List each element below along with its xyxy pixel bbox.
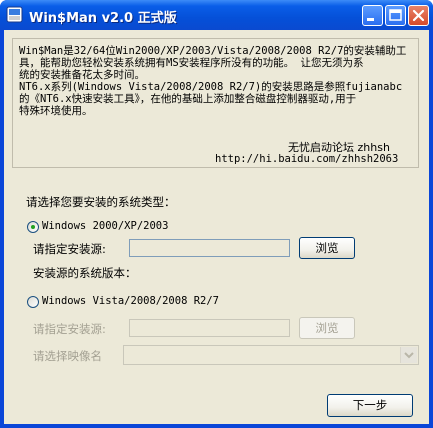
info-line: 统的安装推备花太多时间。 xyxy=(19,69,145,81)
source-label-disabled: 请指定安装源: xyxy=(33,322,106,336)
info-panel: Win$Man是32/64位Win2000/XP/2003/Vista/2008… xyxy=(12,38,419,168)
maximize-button[interactable] xyxy=(385,5,406,26)
close-button[interactable] xyxy=(408,5,429,26)
title-bar[interactable]: Win$Man v2.0 正式版 xyxy=(0,0,433,30)
app-window: Win$Man v2.0 正式版 Win$Man是32/64位Win2000/X… xyxy=(0,0,433,428)
radio-vista-2008-7[interactable] xyxy=(27,296,39,308)
author-url: http://hi.baidu.com/zhhsh2063 xyxy=(215,153,399,165)
maximize-icon xyxy=(389,9,402,21)
source-version-label: 安装源的系统版本： xyxy=(33,266,137,280)
info-line: 具，能帮助您轻松安装系统拥有MS安装程序所没有的功能。 让您无须为系 xyxy=(19,57,364,69)
image-name-select[interactable] xyxy=(123,345,419,365)
app-icon xyxy=(6,6,23,23)
browse-button[interactable]: 浏览 xyxy=(299,237,355,259)
source-label: 请指定安装源: xyxy=(33,242,106,256)
image-name-label: 请选择映像名 xyxy=(33,349,102,363)
radio-label-win2000-xp-2003[interactable]: Windows 2000/XP/2003 xyxy=(42,220,168,232)
dialog-body: Win$Man是32/64位Win2000/XP/2003/Vista/2008… xyxy=(4,30,429,424)
dropdown-arrow[interactable] xyxy=(400,347,417,363)
minimize-button[interactable] xyxy=(362,5,383,26)
browse-button-disabled[interactable]: 浏览 xyxy=(299,317,355,339)
radio-label-vista-2008-7[interactable]: Windows Vista/2008/2008 R2/7 xyxy=(42,295,219,307)
minimize-icon xyxy=(367,18,374,21)
source-path-input-disabled[interactable] xyxy=(129,319,290,337)
window-title: Win$Man v2.0 正式版 xyxy=(29,11,177,26)
radio-win2000-xp-2003[interactable] xyxy=(27,221,39,233)
info-line: 的《NT6.x快速安装工具》，在他的基础上添加整合磁盘控制器驱动,用于 xyxy=(19,93,357,105)
info-line: NT6.x系列(Windows Vista/2008/2008 R2/7)的安装… xyxy=(19,81,403,93)
install-type-prompt: 请选择您要安装的系统类型： xyxy=(26,195,176,209)
chevron-down-icon xyxy=(404,352,414,359)
close-icon xyxy=(412,9,425,22)
source-path-input[interactable] xyxy=(129,239,290,257)
info-line: Win$Man是32/64位Win2000/XP/2003/Vista/2008… xyxy=(19,45,407,57)
next-button[interactable]: 下一步 xyxy=(327,394,413,417)
radio-selected-dot xyxy=(31,225,35,229)
info-line: 特殊环境使用。 xyxy=(19,105,93,117)
